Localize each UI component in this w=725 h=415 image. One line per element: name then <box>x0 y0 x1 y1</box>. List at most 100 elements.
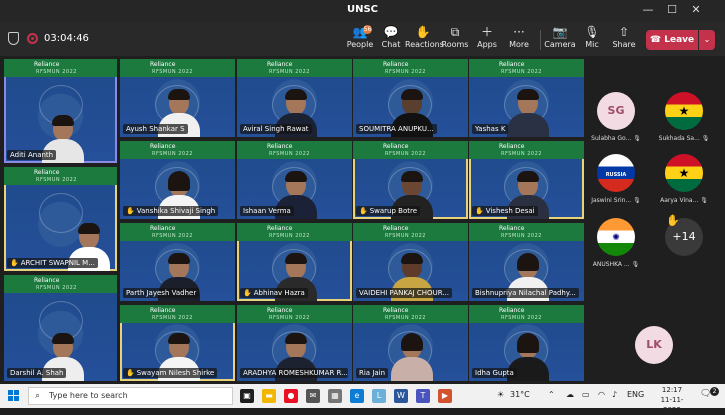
video-tile-ishaan[interactable]: Reliance RFSMUN 2022 Ishaan Verma <box>237 141 352 219</box>
ghana-flag-icon: ★ <box>665 92 703 130</box>
language-indicator[interactable]: ENG <box>627 390 644 399</box>
raised-hand-icon: ✋ <box>10 259 19 267</box>
meeting-toolbar: 03:04:46 👥 56 People 💬 Chat ✋ Reactions … <box>0 22 725 56</box>
chat-label: Chat <box>381 40 401 49</box>
mic-off-icon: 🎙 <box>700 197 708 204</box>
rooms-icon: ⧉ <box>450 25 460 39</box>
participant-name: Darshil A. Shah <box>7 368 67 378</box>
app-icon[interactable]: L <box>372 389 386 403</box>
video-tile-vanshika[interactable]: Reliance RFSMUN 2022 ✋ Vanshika Shivaji Si… <box>120 141 235 219</box>
video-tile-ayush[interactable]: Reliance RFSMUN 2022 Ayush Shankar S <box>120 59 235 137</box>
apps-label: Apps <box>477 40 497 49</box>
video-tile-swarup[interactable]: Reliance RFSMUN 2022 ✋ Swarup Botre <box>353 141 468 219</box>
edge-icon[interactable]: e <box>350 389 364 403</box>
apps-icon: ＋ <box>480 25 493 39</box>
title-bar: UNSC — ☐ ✕ <box>0 0 725 22</box>
toolbar-divider <box>540 30 541 50</box>
video-tile-vaidehi[interactable]: Reliance RFSMUN 2022 VAIDEHI PANKAJ CHOUR… <box>353 223 468 301</box>
participant-name: Sukhada Sa... 🎙 <box>658 135 710 142</box>
app-icon[interactable]: ▶ <box>438 389 452 403</box>
rooms-label: Rooms <box>441 40 469 49</box>
taskbar-search-input[interactable]: ⌕ Type here to search <box>28 387 233 405</box>
task-view-icon[interactable]: ▣ <box>240 389 254 403</box>
video-tile-bishnupriya[interactable]: Reliance RFSMUN 2022 Bishnupriya Nilachal… <box>469 223 584 301</box>
video-tile-swayam[interactable]: Reliance RFSMUN 2022 ✋ Swayam Nilesh Shirk… <box>120 305 235 381</box>
teams-icon[interactable]: T <box>416 389 430 403</box>
participant-name: Jaswini Srin... 🎙 <box>591 197 641 204</box>
weather-icon[interactable]: ☀ <box>497 390 504 399</box>
video-tile-aditi[interactable]: Reliance RFSMUN 2022 Aditi Ananth <box>4 59 117 163</box>
raised-hand-icon: ✋ <box>666 214 680 227</box>
close-icon[interactable]: ✕ <box>688 3 704 16</box>
tile-banner: Reliance RFSMUN 2022 <box>237 223 352 241</box>
weather-temp[interactable]: 31°C <box>510 390 530 399</box>
participant-name: Aviral Singh Rawat <box>240 124 312 134</box>
side-participant-aarya[interactable]: ★ Aarya Vina... 🎙 <box>656 154 712 204</box>
video-tile-yashas[interactable]: Reliance RFSMUN 2022 Yashas K <box>469 59 584 137</box>
phone-icon: ☎ <box>649 35 662 45</box>
clock[interactable]: 12:17 11-11-2022 <box>652 385 692 415</box>
side-participant-sukhada[interactable]: ★ Sukhada Sa... 🎙 <box>656 92 712 142</box>
india-flag-icon: ✺ <box>597 218 635 256</box>
video-tile-archit[interactable]: Reliance RFSMUN 2022 ✋ ARCHIT SWAPNIL M... <box>4 167 117 271</box>
window-title: UNSC <box>346 4 379 15</box>
volume-icon[interactable]: ♪ <box>612 390 617 399</box>
cloud-icon[interactable]: ☁ <box>566 390 574 399</box>
side-participant-sulabha[interactable]: SG Sulabha Go... 🎙 <box>588 92 644 142</box>
video-tile-darshil[interactable]: Reliance RFSMUN 2022 Darshil A. Shah <box>4 275 117 381</box>
mail-icon[interactable]: ✉ <box>306 389 320 403</box>
camera-label: Camera <box>544 40 576 49</box>
video-tile-idha[interactable]: Reliance RFSMUN 2022 Idha Gupta <box>469 305 584 381</box>
people-label: People <box>346 40 374 49</box>
wifi-icon[interactable]: ◠ <box>598 390 605 399</box>
participant-name: ✋ Vishesh Desai <box>472 206 538 216</box>
camera-button[interactable]: 📷 Camera <box>542 25 578 49</box>
camera-off-icon: 📷 <box>552 25 568 39</box>
video-tile-aradhya[interactable]: Reliance RFSMUN 2022 ARADHYA ROMESHKUMAR … <box>237 305 352 381</box>
word-icon[interactable]: W <box>394 389 408 403</box>
windows-start-icon[interactable] <box>8 390 20 402</box>
show-hidden-icons-icon[interactable]: ⌃ <box>548 390 555 399</box>
apps-button[interactable]: ＋ Apps <box>469 25 505 49</box>
share-label: Share <box>612 40 636 49</box>
share-button[interactable]: ⇧ Share <box>606 25 642 49</box>
avatar: LK <box>635 326 673 364</box>
tile-banner: Reliance RFSMUN 2022 <box>120 141 235 159</box>
tile-banner: Reliance RFSMUN 2022 <box>237 141 352 159</box>
battery-icon[interactable]: ▭ <box>582 390 590 399</box>
reactions-button[interactable]: ✋ Reactions <box>405 25 444 49</box>
chat-button[interactable]: 💬 Chat <box>373 25 409 49</box>
video-tile-aviral[interactable]: Reliance RFSMUN 2022 Aviral Singh Rawat <box>237 59 352 137</box>
more-participants-button[interactable]: +14 ✋ <box>656 214 712 256</box>
video-tile-soumitra[interactable]: Reliance RFSMUN 2022 SOUMITRA ANUPKU... <box>353 59 468 137</box>
side-participant-lk[interactable]: LK <box>626 326 682 364</box>
participant-name: Aarya Vina... 🎙 <box>660 197 708 204</box>
shield-icon <box>8 32 19 45</box>
leave-button[interactable]: ☎ Leave <box>646 30 698 50</box>
russia-flag-icon: RUSSIA <box>597 154 635 192</box>
more-button[interactable]: ··· More <box>501 25 537 49</box>
windows-taskbar: ⌕ Type here to search ▣ ▬ ● ✉ ▦ e L W T … <box>0 384 725 414</box>
recording-icon <box>27 33 38 44</box>
video-tile-parth[interactable]: Reliance RFSMUN 2022 Parth Jayesh Vadher <box>120 223 235 301</box>
participant-name: Parth Jayesh Vadher <box>123 288 200 298</box>
side-participant-jaswini[interactable]: RUSSIA Jaswini Srin... 🎙 <box>588 154 644 204</box>
participant-name: VAIDEHI PANKAJ CHOUR... <box>356 288 452 298</box>
mic-button[interactable]: 🎙 Mic <box>574 25 610 49</box>
leave-options-chevron-icon[interactable]: ⌄ <box>699 30 715 50</box>
app-icon[interactable]: ● <box>284 389 298 403</box>
maximize-icon[interactable]: ☐ <box>664 3 680 16</box>
store-icon[interactable]: ▦ <box>328 389 342 403</box>
tile-banner: Reliance RFSMUN 2022 <box>353 59 468 77</box>
participant-name: Ishaan Verma <box>240 206 294 216</box>
file-explorer-icon[interactable]: ▬ <box>262 389 276 403</box>
notification-badge: 2 <box>710 387 719 396</box>
video-tile-abhinav[interactable]: Reliance RFSMUN 2022 ✋ Abhinav Hazra <box>237 223 352 301</box>
search-icon: ⌕ <box>35 391 41 401</box>
rooms-button[interactable]: ⧉ Rooms <box>437 25 473 49</box>
participant-name: ARADHYA ROMESHKUMAR R... <box>240 368 348 378</box>
video-tile-ria[interactable]: Reliance RFSMUN 2022 Ria Jain <box>353 305 468 381</box>
minimize-icon[interactable]: — <box>640 3 656 16</box>
video-tile-vishesh[interactable]: Reliance RFSMUN 2022 ✋ Vishesh Desai <box>469 141 584 219</box>
side-participant-anushka[interactable]: ✺ ANUSHKA ... 🎙 <box>588 218 644 268</box>
